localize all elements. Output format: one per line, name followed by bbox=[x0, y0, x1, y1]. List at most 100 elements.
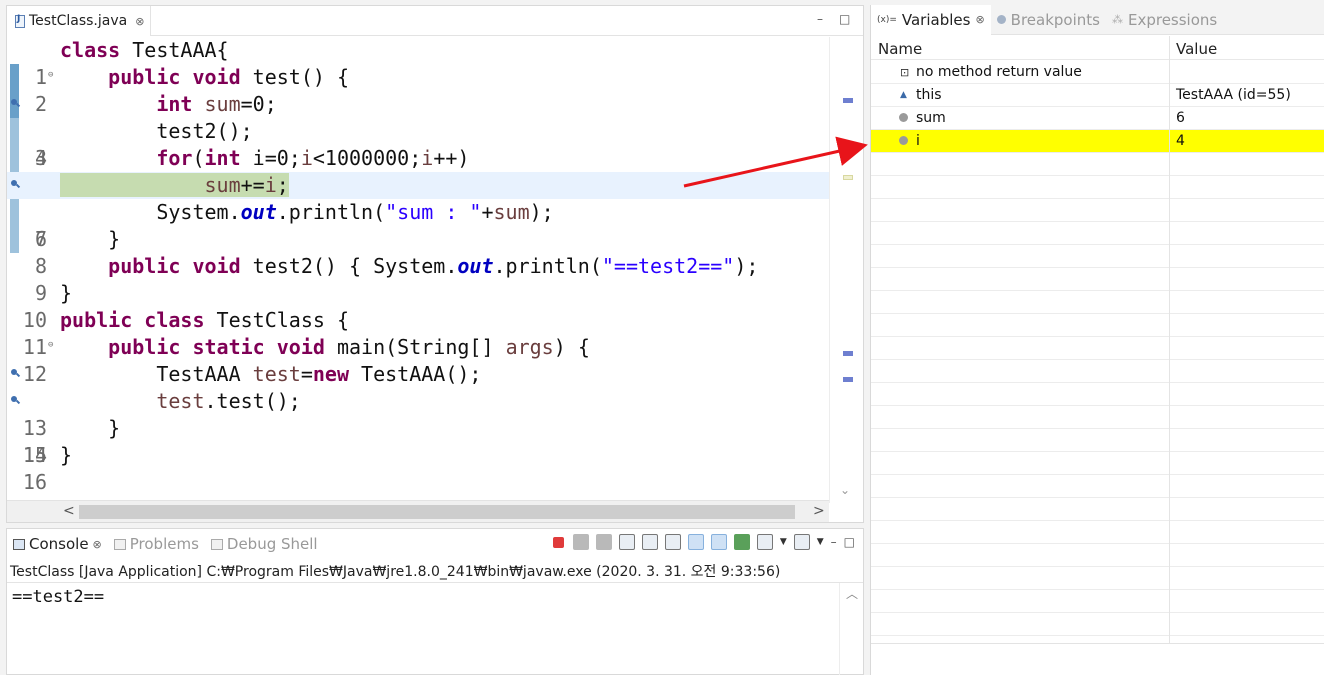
open-console-icon[interactable] bbox=[793, 534, 810, 550]
breakpoints-icon bbox=[996, 15, 1006, 24]
keyword-token: class bbox=[60, 38, 121, 62]
code-token: =0; bbox=[240, 92, 277, 116]
code-token: = bbox=[300, 362, 313, 386]
launch-info: TestClass [Java Application] C:₩Program … bbox=[10, 564, 781, 580]
code-line: 8 } bbox=[7, 226, 829, 278]
terminate-icon[interactable] bbox=[552, 536, 564, 548]
column-header-name[interactable]: Name bbox=[878, 40, 922, 58]
variables-table-header: Name Value bbox=[871, 36, 1324, 60]
empty-row bbox=[871, 544, 1324, 567]
console-output-text: ==test2== bbox=[12, 587, 105, 607]
tab-testclass-java[interactable]: TestClass.java ⊗ bbox=[7, 6, 152, 36]
code-token: += bbox=[240, 173, 265, 197]
chevron-up-icon[interactable]: ︿ bbox=[846, 585, 858, 602]
console-vertical-scrollbar[interactable]: ︿ bbox=[839, 583, 863, 675]
debug-shell-icon bbox=[210, 538, 223, 550]
keyword-token: class bbox=[144, 308, 205, 332]
tab-breakpoints[interactable]: Breakpoints bbox=[991, 5, 1106, 35]
static-field-token: out bbox=[457, 254, 494, 278]
code-line: 4 test2(); bbox=[7, 118, 829, 170]
table-row-selected[interactable]: i 4 bbox=[871, 130, 1324, 153]
keyword-token: public bbox=[60, 308, 133, 332]
tab-expressions[interactable]: ⁂ Expressions bbox=[1106, 5, 1223, 35]
column-separator[interactable] bbox=[1169, 36, 1170, 643]
clear-console-icon[interactable] bbox=[618, 534, 635, 550]
current-line-marker[interactable] bbox=[843, 175, 853, 180]
scrollbar-thumb[interactable] bbox=[79, 505, 795, 519]
code-token: } bbox=[108, 416, 121, 440]
local-variable-token: i bbox=[421, 146, 434, 170]
console-output-area[interactable]: ==test2== ︿ bbox=[7, 582, 863, 675]
close-icon[interactable]: ⊗ bbox=[975, 13, 984, 26]
maximize-button[interactable]: □ bbox=[844, 535, 855, 549]
detail-pane-divider[interactable] bbox=[871, 643, 1324, 653]
occurrence-marker[interactable] bbox=[843, 98, 853, 103]
overview-ruler[interactable]: ⌄ bbox=[829, 37, 863, 503]
chevron-down-icon[interactable]: ▼ bbox=[780, 537, 787, 547]
tab-console[interactable]: Console ⊗ bbox=[7, 535, 108, 553]
keyword-token: public bbox=[108, 335, 181, 359]
scroll-right-arrow[interactable]: > bbox=[813, 503, 825, 519]
chevron-down-icon[interactable]: ⌄ bbox=[840, 483, 850, 497]
horizontal-scrollbar[interactable]: < > bbox=[7, 500, 829, 522]
code-line: 13 TestAAA test=new TestAAA(); bbox=[7, 361, 829, 440]
close-icon[interactable]: ⊗ bbox=[93, 538, 102, 551]
current-execution-line: 6 sum+=i; bbox=[7, 172, 829, 251]
tab-problems[interactable]: Problems bbox=[108, 535, 205, 553]
fold-toggle-icon[interactable]: ⊖ bbox=[48, 64, 53, 86]
pin-console-icon[interactable] bbox=[733, 534, 750, 550]
java-file-icon bbox=[15, 14, 25, 28]
breakpoint-icon[interactable] bbox=[11, 180, 19, 188]
occurrence-marker[interactable] bbox=[843, 351, 853, 356]
console-pane: Console ⊗ Problems Debug Shell ▼ ▼ – □ T… bbox=[6, 528, 864, 675]
code-line: 1 class TestAAA{ bbox=[7, 37, 829, 89]
table-row[interactable]: sum 6 bbox=[871, 107, 1324, 130]
table-row[interactable]: ▲ this TestAAA (id=55) bbox=[871, 84, 1324, 107]
fold-toggle-icon[interactable]: ⊖ bbox=[48, 334, 53, 356]
show-on-stdout-icon[interactable] bbox=[687, 534, 704, 550]
chevron-down-icon[interactable]: ▼ bbox=[817, 537, 824, 547]
remove-launch-icon[interactable] bbox=[572, 534, 589, 550]
tab-debug-shell[interactable]: Debug Shell bbox=[205, 535, 324, 553]
code-token: ) { bbox=[553, 335, 590, 359]
code-line: 14 test.test(); bbox=[7, 388, 829, 467]
empty-row bbox=[871, 567, 1324, 590]
expressions-icon: ⁂ bbox=[1111, 13, 1123, 26]
show-on-stderr-icon[interactable] bbox=[710, 534, 727, 550]
breakpoint-icon[interactable] bbox=[11, 396, 19, 404]
tab-label: Debug Shell bbox=[226, 535, 318, 553]
local-variable-icon bbox=[899, 113, 908, 122]
occurrence-marker[interactable] bbox=[843, 377, 853, 382]
breakpoint-icon[interactable] bbox=[11, 99, 19, 107]
code-token: .println( bbox=[276, 200, 386, 224]
minimize-button[interactable]: – bbox=[817, 12, 823, 26]
scroll-left-arrow[interactable]: < bbox=[63, 503, 75, 519]
breakpoint-icon[interactable] bbox=[11, 369, 19, 377]
code-token: + bbox=[481, 200, 494, 224]
maximize-button[interactable]: □ bbox=[839, 12, 850, 26]
empty-row bbox=[871, 268, 1324, 291]
code-token: .println( bbox=[493, 254, 602, 278]
display-console-icon[interactable] bbox=[756, 534, 773, 550]
variables-tab-bar: (x)= Variables ⊗ Breakpoints ⁂ Expressio… bbox=[871, 4, 1324, 35]
scroll-lock-icon[interactable] bbox=[641, 534, 658, 550]
keyword-token: static bbox=[192, 335, 265, 359]
remove-all-terminated-icon[interactable] bbox=[595, 534, 612, 550]
close-icon[interactable]: ⊗ bbox=[135, 15, 144, 28]
table-row[interactable]: ⊡ no method return value bbox=[871, 61, 1324, 84]
code-text-area[interactable]: 1 class TestAAA{ 2 ⊖ public void test() … bbox=[7, 37, 829, 503]
static-field-token: out bbox=[240, 200, 277, 224]
local-variable-token: i bbox=[300, 146, 313, 170]
word-wrap-icon[interactable] bbox=[664, 534, 681, 550]
return-value-icon: ⊡ bbox=[900, 66, 910, 79]
empty-row bbox=[871, 222, 1324, 245]
column-header-value[interactable]: Value bbox=[1176, 40, 1217, 58]
keyword-token: void bbox=[192, 65, 241, 89]
tab-variables[interactable]: (x)= Variables ⊗ bbox=[871, 4, 991, 35]
minimize-button[interactable]: – bbox=[831, 535, 837, 549]
tab-label: Variables bbox=[901, 10, 971, 29]
empty-row bbox=[871, 475, 1324, 498]
code-token: <1000000; bbox=[312, 146, 422, 170]
variable-name: no method return value bbox=[916, 64, 1082, 80]
empty-row bbox=[871, 337, 1324, 360]
